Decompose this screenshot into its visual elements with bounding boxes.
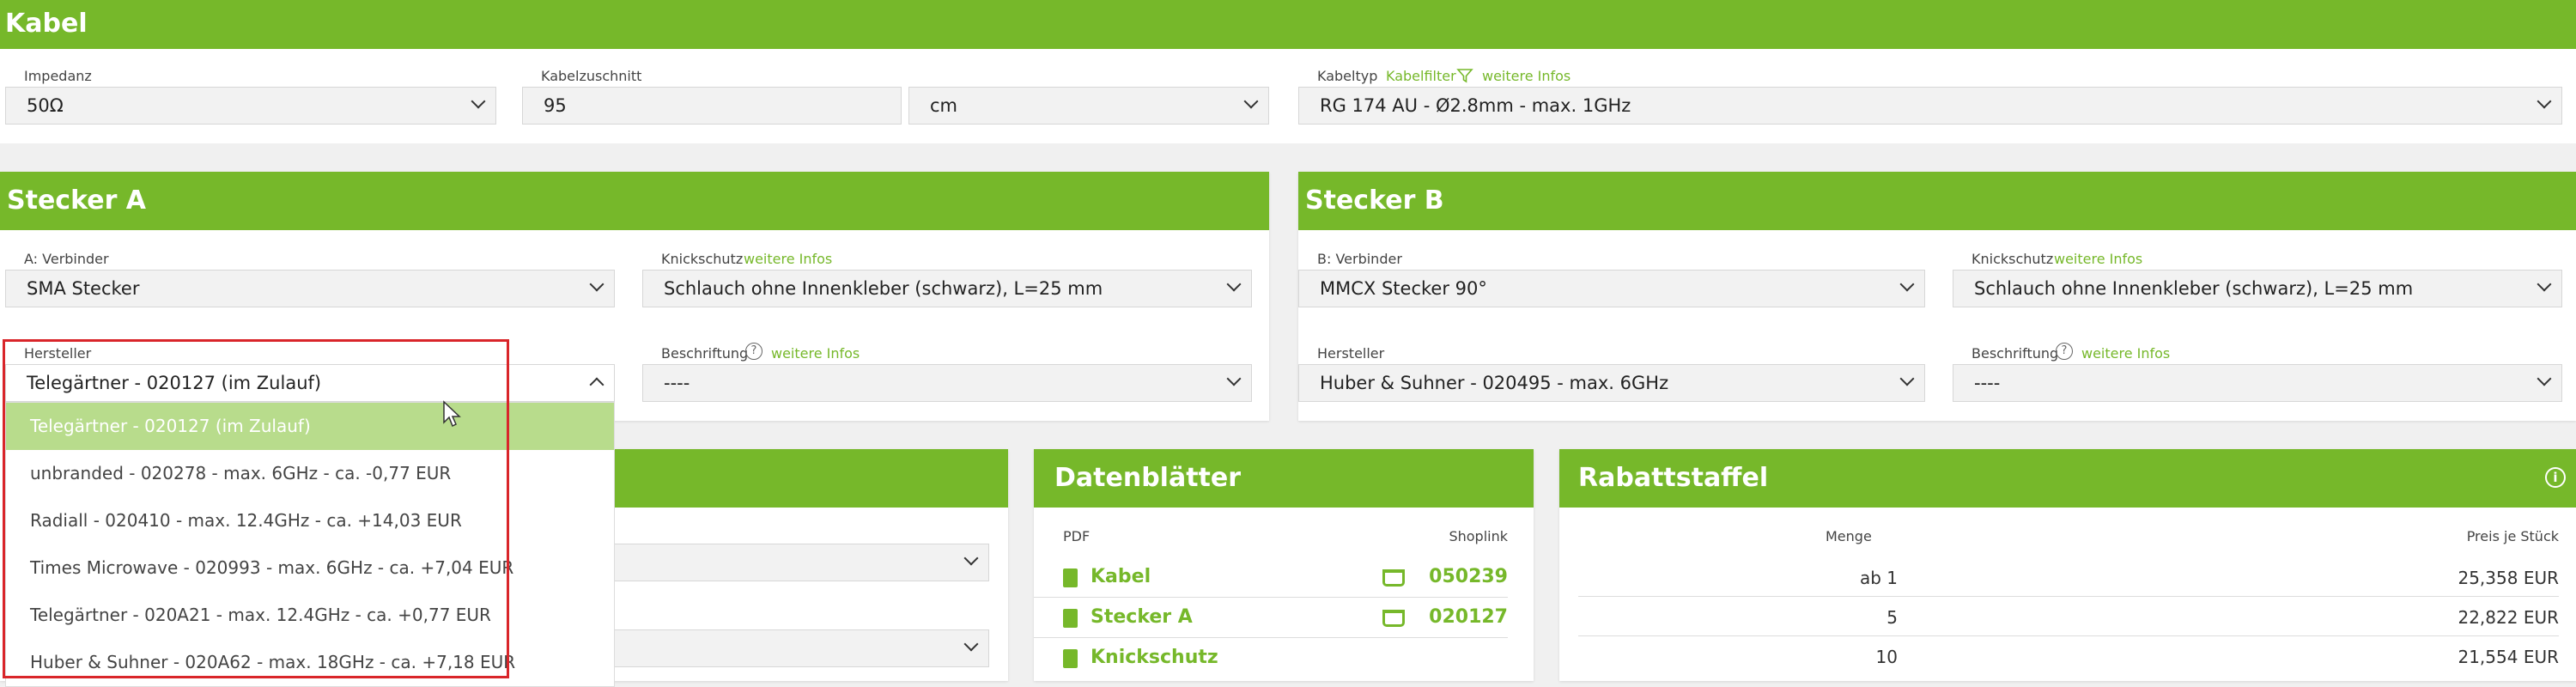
kabel-panel: Impedanz 50Ω Kabelzuschnitt 95 cm Kabelt… — [0, 49, 2576, 143]
a-beschriftung-select[interactable]: ---- — [642, 364, 1252, 402]
pdf-link[interactable]: Stecker A — [1091, 606, 1193, 628]
datenblaetter-card: Datenblätter PDF Shoplink Kabel 050239 S… — [1034, 449, 1534, 681]
chevron-down-icon — [1243, 94, 1259, 109]
b-hersteller-select[interactable]: Huber & Suhner - 020495 - max. 6GHz — [1298, 364, 1925, 402]
a-verbinder-label: A: Verbinder — [24, 251, 109, 267]
stecker-a-title: Stecker A — [0, 172, 1269, 230]
b-verbinder-label: B: Verbinder — [1317, 251, 1402, 267]
rabatt-row: 10 21,554 EUR — [1578, 636, 2559, 676]
basket-icon[interactable] — [1382, 610, 1405, 627]
mouse-cursor-icon — [443, 400, 461, 428]
pdf-icon — [1063, 649, 1078, 668]
shoplink-column-header: Shoplink — [1449, 528, 1508, 544]
chevron-down-icon — [963, 636, 979, 652]
chevron-down-icon — [2537, 277, 2552, 292]
preis-value: 25,358 EUR — [2458, 568, 2559, 588]
filter-icon[interactable] — [1456, 67, 1473, 84]
pdf-link[interactable]: Knickschutz — [1091, 647, 1218, 668]
rabattstaffel-title: Rabattstaffel — [1559, 449, 2576, 508]
a-beschriftung-label: Beschriftung — [661, 345, 749, 362]
highlight-frame — [3, 339, 509, 678]
a-knickschutz-value: Schlauch ohne Innenkleber (schwarz), L=2… — [664, 278, 1103, 299]
kabeltyp-select[interactable]: RG 174 AU - Ø2.8mm - max. 1GHz — [1298, 87, 2562, 125]
shop-link[interactable]: 050239 — [1429, 566, 1508, 587]
datenblaetter-rows: Kabel 050239 Stecker A 020127 Knickschut… — [1034, 557, 1508, 681]
chevron-down-icon — [2537, 371, 2552, 386]
a-verbinder-value: SMA Stecker — [27, 278, 140, 299]
menge-value: 5 — [1886, 607, 1898, 628]
basket-icon[interactable] — [1382, 569, 1405, 587]
kabelzuschnitt-input[interactable]: 95 — [522, 87, 902, 125]
chevron-down-icon — [589, 277, 605, 292]
rabattstaffel-card: Rabattstaffel i Menge Preis je Stück ab … — [1559, 449, 2576, 681]
datenblatt-row: Kabel 050239 — [1034, 557, 1508, 598]
menge-value: 10 — [1875, 647, 1898, 667]
kabeltyp-value: RG 174 AU - Ø2.8mm - max. 1GHz — [1320, 95, 1631, 116]
chevron-down-icon — [1899, 277, 1915, 292]
b-knickschutz-weitere-infos-link[interactable]: weitere Infos — [2054, 251, 2142, 267]
chevron-down-icon — [1226, 277, 1242, 292]
stecker-b-card: Stecker B B: Verbinder MMCX Stecker 90° … — [1298, 172, 2576, 421]
b-verbinder-select[interactable]: MMCX Stecker 90° — [1298, 270, 1925, 307]
shop-link[interactable]: 020127 — [1429, 606, 1508, 628]
b-beschriftung-weitere-infos-link[interactable]: weitere Infos — [2081, 345, 2170, 362]
chevron-down-icon — [1899, 371, 1915, 386]
unit-value: cm — [930, 95, 958, 116]
kabelzuschnitt-value: 95 — [544, 95, 567, 116]
preis-column-header: Preis je Stück — [2466, 528, 2559, 544]
pdf-link[interactable]: Kabel — [1091, 566, 1151, 587]
help-icon[interactable]: ? — [745, 343, 762, 360]
help-icon[interactable]: ? — [2056, 343, 2073, 360]
b-beschriftung-select[interactable]: ---- — [1953, 364, 2562, 402]
chevron-down-icon — [471, 94, 486, 109]
datenblatt-row: Stecker A 020127 — [1034, 598, 1508, 638]
b-beschriftung-label: Beschriftung — [1971, 345, 2059, 362]
preis-value: 22,822 EUR — [2458, 607, 2559, 628]
chevron-down-icon — [1226, 371, 1242, 386]
impedanz-label: Impedanz — [24, 68, 92, 84]
menge-value: ab 1 — [1859, 568, 1898, 588]
pdf-icon — [1063, 609, 1078, 628]
rabatt-row: 5 22,822 EUR — [1578, 597, 2559, 636]
a-beschriftung-value: ---- — [664, 373, 690, 393]
a-knickschutz-select[interactable]: Schlauch ohne Innenkleber (schwarz), L=2… — [642, 270, 1252, 307]
impedanz-select[interactable]: 50Ω — [5, 87, 496, 125]
chevron-down-icon — [2537, 94, 2552, 109]
kabel-title: Kabel — [5, 9, 88, 39]
kabelfilter-link[interactable]: Kabelfilter — [1386, 68, 1456, 84]
stecker-b-title: Stecker B — [1298, 172, 2576, 230]
b-beschriftung-value: ---- — [1974, 373, 2001, 393]
rabatt-row: ab 1 25,358 EUR — [1578, 557, 2559, 597]
preis-value: 21,554 EUR — [2458, 647, 2559, 667]
a-knickschutz-weitere-infos-link[interactable]: weitere Infos — [744, 251, 832, 267]
info-icon[interactable]: i — [2545, 467, 2566, 488]
pdf-icon — [1063, 568, 1078, 587]
kabeltyp-label: Kabeltyp — [1317, 68, 1378, 84]
a-knickschutz-label: Knickschutz — [661, 251, 744, 267]
b-hersteller-value: Huber & Suhner - 020495 - max. 6GHz — [1320, 373, 1669, 393]
datenblaetter-title: Datenblätter — [1034, 449, 1534, 508]
chevron-up-icon — [589, 377, 605, 392]
kabelzuschnitt-label: Kabelzuschnitt — [541, 68, 642, 84]
b-knickschutz-label: Knickschutz — [1971, 251, 2054, 267]
datenblatt-row: Knickschutz — [1034, 638, 1508, 678]
b-knickschutz-value: Schlauch ohne Innenkleber (schwarz), L=2… — [1974, 278, 2414, 299]
chevron-down-icon — [963, 550, 979, 566]
b-hersteller-label: Hersteller — [1317, 345, 1385, 362]
pdf-column-header: PDF — [1063, 528, 1091, 544]
impedanz-value: 50Ω — [27, 95, 64, 116]
unit-select[interactable]: cm — [908, 87, 1269, 125]
b-knickschutz-select[interactable]: Schlauch ohne Innenkleber (schwarz), L=2… — [1953, 270, 2562, 307]
menge-column-header: Menge — [1826, 528, 1872, 544]
kabel-header: Kabel — [0, 0, 2576, 49]
a-verbinder-select[interactable]: SMA Stecker — [5, 270, 615, 307]
b-verbinder-value: MMCX Stecker 90° — [1320, 278, 1487, 299]
kabeltyp-weitere-infos-link[interactable]: weitere Infos — [1482, 68, 1571, 84]
a-beschriftung-weitere-infos-link[interactable]: weitere Infos — [771, 345, 860, 362]
